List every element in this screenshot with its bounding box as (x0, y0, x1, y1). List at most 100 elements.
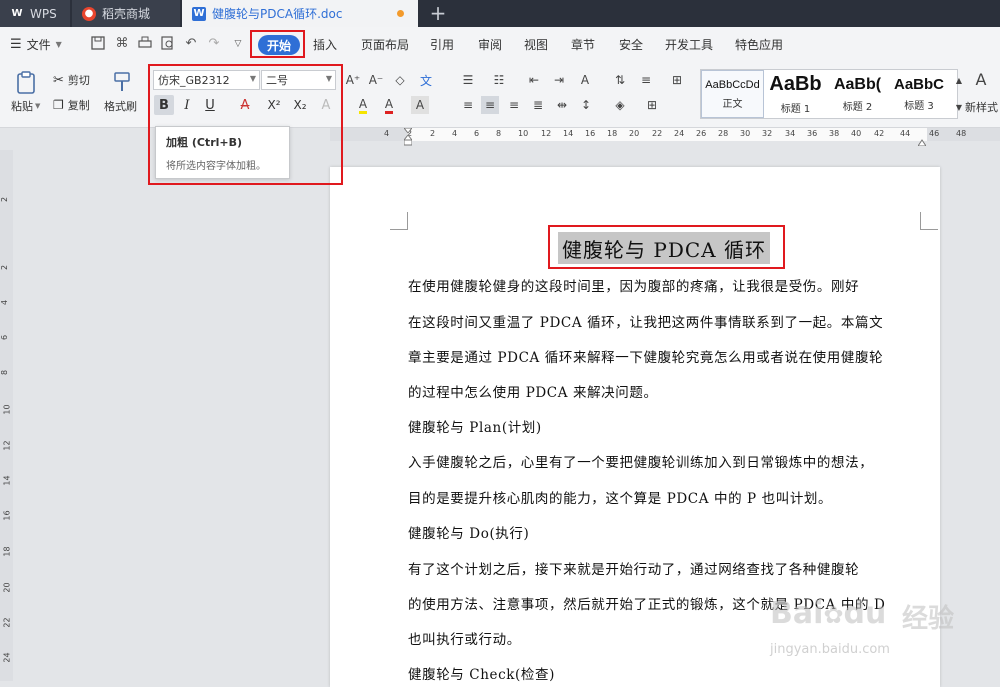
undo-icon[interactable]: ↶ (183, 36, 199, 52)
tab-chapter[interactable]: 章节 (571, 27, 595, 62)
align-right-icon[interactable]: ≡ (505, 96, 523, 114)
sort-icon[interactable]: ⇅ (611, 71, 629, 89)
print-icon[interactable] (137, 36, 153, 52)
underline-button[interactable]: U (200, 95, 220, 115)
clear-format-icon[interactable]: ◇ (391, 71, 409, 89)
bold-tooltip: 加粗 (Ctrl+B) 将所选内容字体加粗。 (155, 126, 290, 179)
doc-line-6[interactable]: 入手健腹轮之后，心里有了一个要把健腹轮训练加入到日常锻炼中的想法， (408, 451, 873, 471)
align-left-icon[interactable]: ≡ (459, 96, 477, 114)
phonetic-guide-icon[interactable]: 文 (417, 71, 435, 89)
tab-wps-home[interactable]: W WPS (0, 0, 70, 27)
table-border-icon[interactable]: ⊞ (643, 96, 661, 114)
scissors-icon: ✂ (53, 72, 64, 88)
new-tab-button[interactable]: + (428, 2, 448, 24)
paste-button[interactable]: 粘贴 ▼ (11, 98, 40, 114)
ruler-tick: 48 (956, 129, 967, 138)
redo-icon[interactable]: ↷ (206, 36, 222, 52)
document-title[interactable]: 健腹轮与 PDCA 循环 (558, 232, 770, 264)
style-heading-2-sample: AaBb( (833, 75, 882, 93)
format-painter-icon[interactable] (110, 70, 136, 96)
tab-security[interactable]: 安全 (619, 27, 643, 62)
new-style-icon[interactable]: A (972, 70, 990, 89)
numbered-list-icon[interactable]: ☷ (490, 71, 508, 89)
style-heading-3-name: 标题 3 (904, 101, 934, 112)
format-painter-quick-icon[interactable]: ⌘ (114, 36, 130, 52)
paragraph-spacing-icon[interactable]: ↕ (577, 96, 595, 114)
copy-label: 复制 (67, 99, 90, 112)
tooltip-description: 将所选内容字体加粗。 (166, 161, 266, 172)
unsaved-dot-icon (397, 10, 404, 17)
customize-quick-access-icon[interactable]: ▽ (230, 36, 246, 52)
style-heading-3[interactable]: AaBbC 标题 3 (888, 70, 950, 118)
bullet-list-icon[interactable]: ☰ (459, 71, 477, 89)
distribute-icon[interactable]: ⇹ (553, 96, 571, 114)
ruler-tick: 10 (518, 129, 529, 138)
tab-references[interactable]: 引用 (430, 27, 454, 62)
italic-button[interactable]: I (177, 95, 197, 115)
gallery-scroll-up-icon[interactable]: ▲ (950, 71, 968, 89)
indent-marker-icon[interactable] (402, 127, 414, 146)
style-heading-1[interactable]: AaBb 标题 1 (764, 70, 827, 118)
align-center-icon[interactable]: ≡ (481, 96, 499, 114)
superscript-icon: X² (267, 98, 281, 112)
baidu-jingyan-watermark: Bai✿du 经验 jingyan.baidu.com (770, 596, 970, 676)
font-name-select[interactable]: 仿宋_GB2312 ▼ (153, 70, 260, 90)
doc-line-4[interactable]: 的过程中怎么使用 PDCA 来解决问题。 (408, 381, 658, 401)
char-shading-icon[interactable]: A (411, 96, 429, 114)
ruler-tick: 34 (785, 129, 796, 138)
highlight-icon[interactable]: A (354, 96, 372, 114)
tab-special-apps[interactable]: 特色应用 (735, 27, 783, 62)
tab-start[interactable]: 开始 (258, 35, 301, 55)
text-direction-icon[interactable]: A (576, 71, 594, 89)
font-color-icon[interactable]: A (380, 96, 398, 114)
decrease-indent-icon[interactable]: ⇤ (525, 71, 543, 89)
justify-icon[interactable]: ≣ (529, 96, 547, 114)
vertical-ruler[interactable] (0, 150, 13, 681)
tab-insert[interactable]: 插入 (313, 27, 337, 62)
tab-developer-tools[interactable]: 开发工具 (665, 27, 713, 62)
format-painter-button[interactable]: 格式刷 (104, 98, 137, 114)
vertical-ruler-tick: 22 (2, 617, 12, 628)
tab-review[interactable]: 审阅 (478, 27, 502, 62)
doc-line-3[interactable]: 章主要是通过 PDCA 循环来解释一下健腹轮究竟怎么用或者说在使用健腹轮 (408, 346, 883, 366)
paste-icon[interactable] (14, 70, 40, 96)
tab-page-layout[interactable]: 页面布局 (361, 27, 409, 62)
right-indent-marker-icon[interactable] (917, 131, 927, 147)
doc-line-9[interactable]: 有了这个计划之后，接下来就是开始行动了，通过网络查找了各种健腹轮 (408, 558, 859, 578)
text-effect-icon: A (321, 97, 331, 113)
superscript-button[interactable]: X² (264, 95, 284, 115)
doc-line-1[interactable]: 在使用健腹轮健身的这段时间里，因为腹部的疼痛，让我很是受伤。刚好 (408, 275, 859, 295)
style-heading-2[interactable]: AaBb( 标题 2 (826, 70, 889, 118)
doc-heading-do[interactable]: 健腹轮与 Do(执行) (408, 522, 529, 542)
tab-document[interactable]: W 健腹轮与PDCA循环.doc (182, 0, 418, 27)
doc-line-7[interactable]: 目的是要提升核心肌肉的能力，这个算是 PDCA 中的 P 也叫计划。 (408, 487, 832, 507)
save-icon[interactable] (90, 36, 106, 52)
doc-heading-plan[interactable]: 健腹轮与 Plan(计划) (408, 416, 542, 436)
font-size-select[interactable]: 二号 ▼ (261, 70, 336, 90)
doc-line-2[interactable]: 在这段时间又重温了 PDCA 循环，让我把这两件事情联系到了一起。本篇文 (408, 311, 883, 331)
tab-store[interactable]: ● 稻壳商城 (72, 0, 180, 27)
increase-indent-icon[interactable]: ⇥ (550, 71, 568, 89)
new-style-button[interactable]: 新样式 (965, 99, 998, 115)
bold-button[interactable]: B (154, 95, 174, 115)
strikethrough-button[interactable]: A (235, 95, 255, 115)
hamburger-icon: ☰ (10, 37, 22, 52)
style-normal[interactable]: AaBbCcDd 正文 (701, 70, 764, 118)
vertical-ruler-tick: 20 (2, 582, 12, 593)
cut-button[interactable]: ✂ 剪切 (53, 72, 90, 88)
bold-icon: B (159, 97, 169, 113)
line-spacing-icon[interactable]: ≡ (637, 71, 655, 89)
increase-font-icon[interactable]: A⁺ (344, 71, 362, 89)
ruler-tick: 12 (541, 129, 552, 138)
doc-line-11[interactable]: 也叫执行或行动。 (408, 628, 521, 648)
subscript-button[interactable]: X₂ (290, 95, 310, 115)
paragraph-shading-icon[interactable]: ◈ (611, 96, 629, 114)
print-preview-icon[interactable] (160, 36, 176, 52)
copy-button[interactable]: ❐ 复制 (53, 97, 90, 113)
file-menu[interactable]: ☰ 文件 ▼ (10, 27, 62, 62)
decrease-font-icon[interactable]: A⁻ (367, 71, 385, 89)
tab-view[interactable]: 视图 (524, 27, 548, 62)
doc-heading-check[interactable]: 健腹轮与 Check(检查) (408, 663, 555, 683)
borders-icon[interactable]: ⊞ (668, 71, 686, 89)
text-effect-button[interactable]: A (316, 95, 336, 115)
